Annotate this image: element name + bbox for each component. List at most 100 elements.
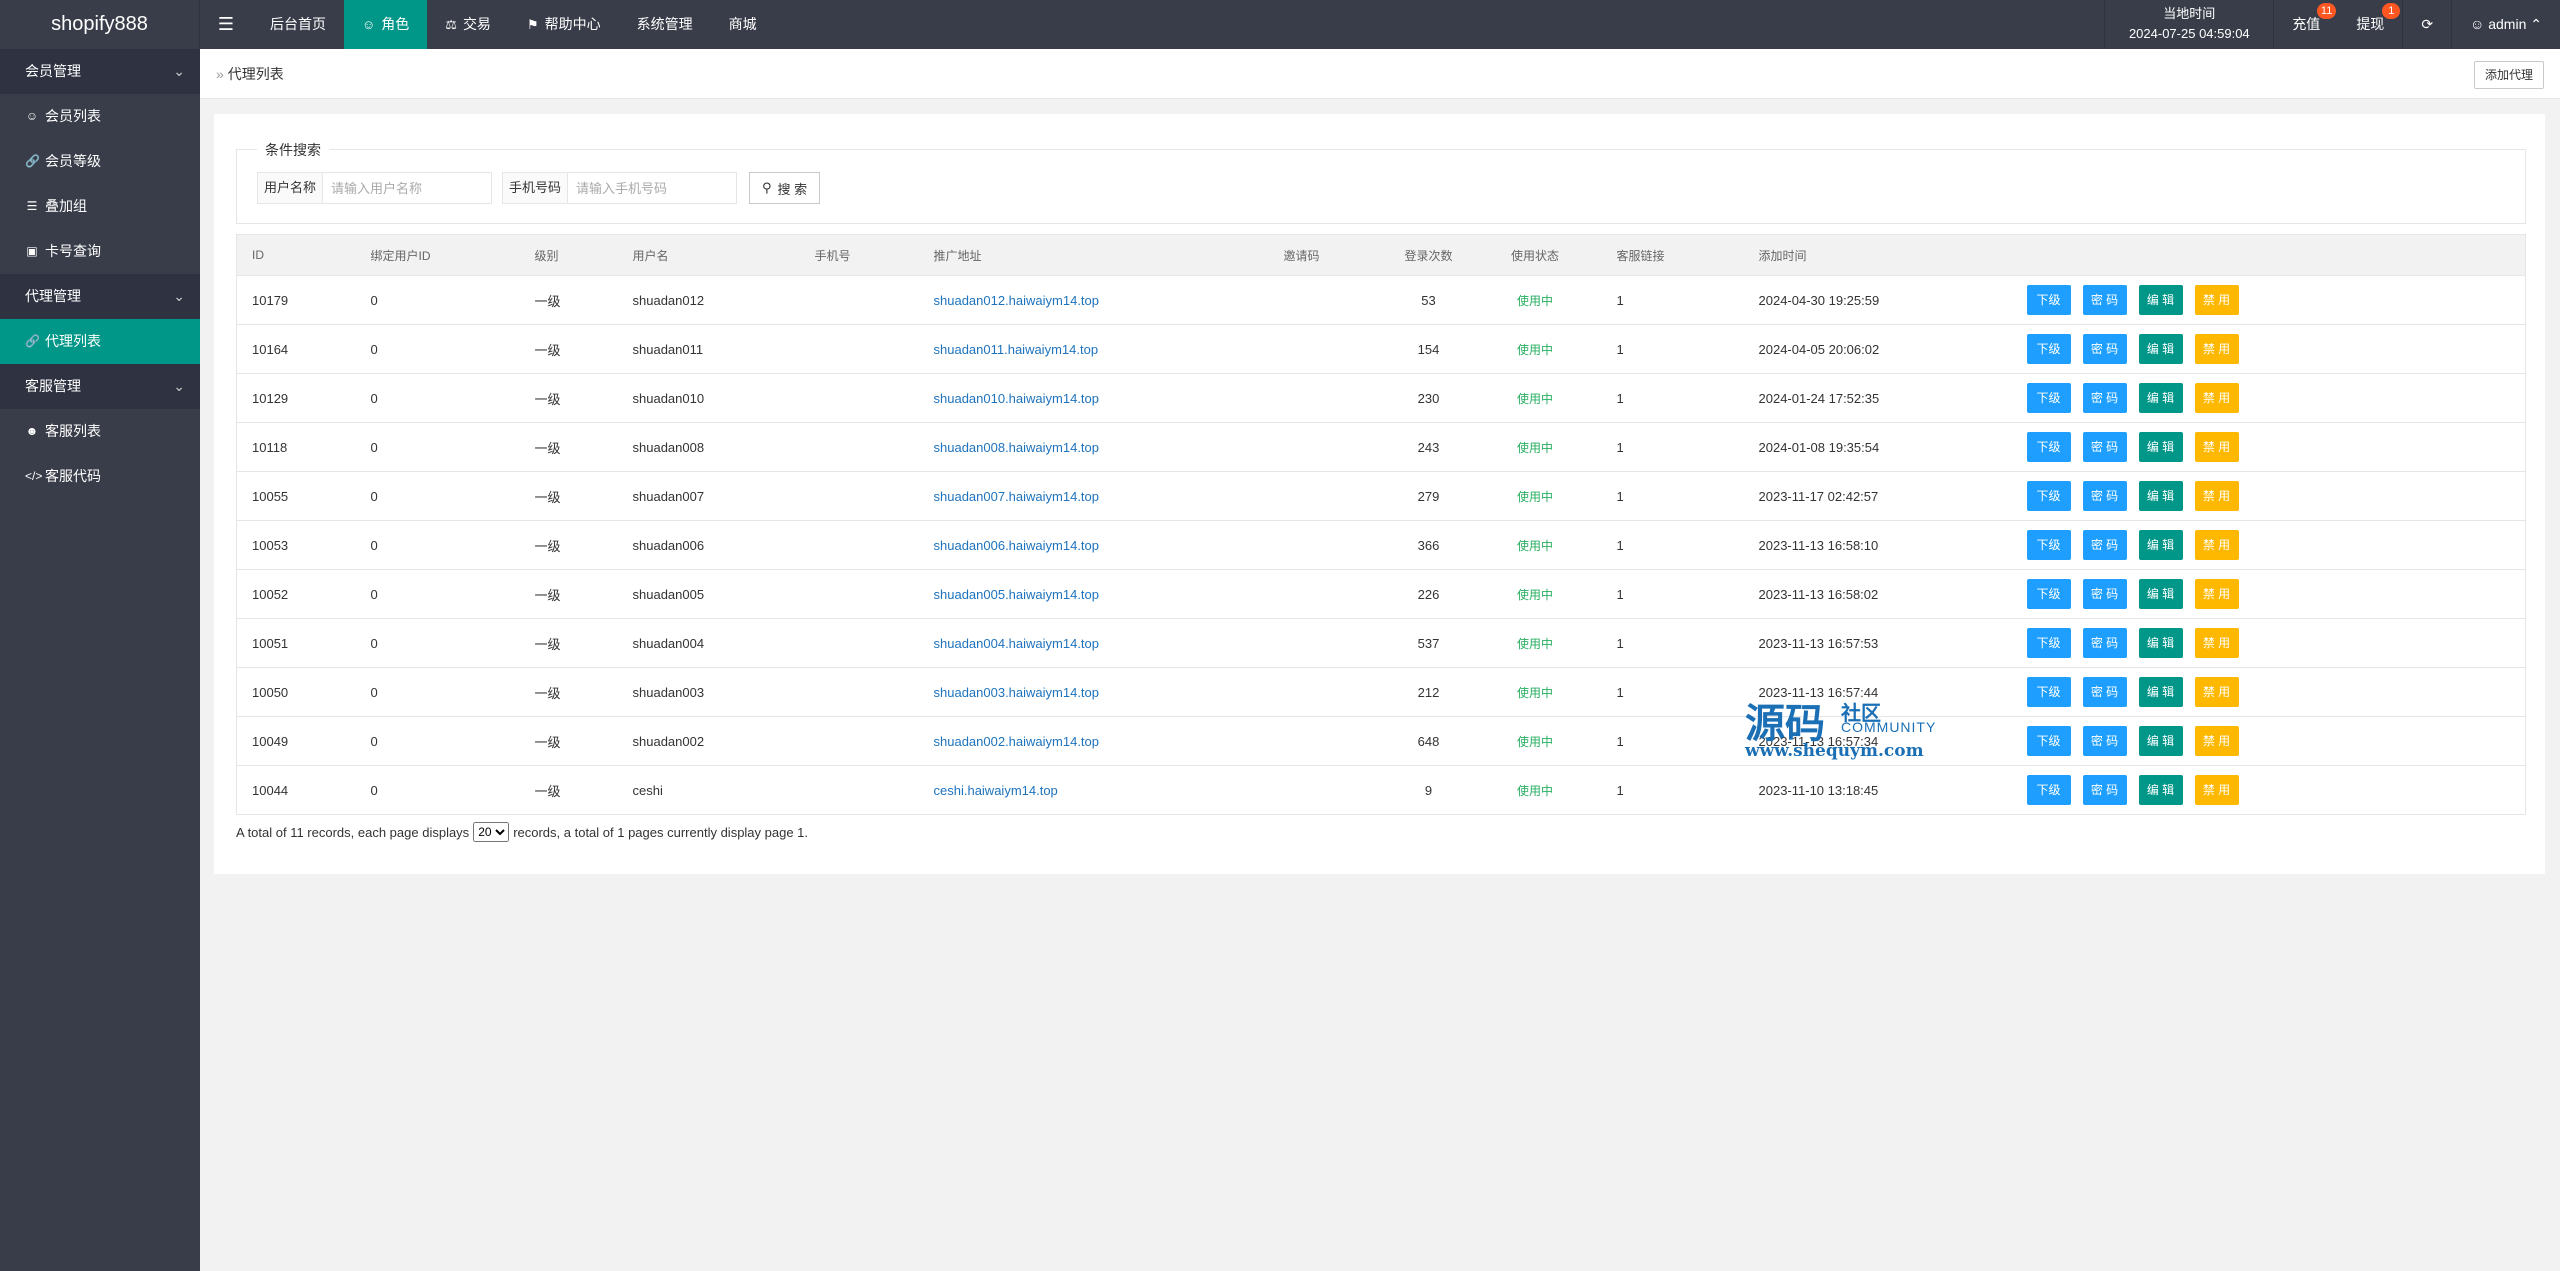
password-button[interactable]: 密 码	[2082, 726, 2127, 756]
code-icon: </>	[25, 469, 43, 483]
edit-button[interactable]: 编 辑	[2138, 628, 2183, 658]
sub-level-button[interactable]: 下级	[2026, 726, 2071, 756]
cell-promo-url: shuadan008.haiwaiym14.top	[918, 422, 1269, 472]
nav-item-help[interactable]: ⚑ 帮助中心	[509, 0, 619, 49]
edit-button[interactable]: 编 辑	[2138, 726, 2183, 756]
edit-button[interactable]: 编 辑	[2138, 677, 2183, 707]
sub-level-button[interactable]: 下级	[2026, 775, 2071, 805]
edit-button[interactable]: 编 辑	[2138, 432, 2183, 462]
cell-bind-user-id: 0	[355, 618, 520, 668]
promo-link[interactable]: shuadan002.haiwaiym14.top	[934, 734, 1100, 749]
sidebar-item-service-code[interactable]: </> 客服代码	[0, 454, 200, 499]
password-button[interactable]: 密 码	[2082, 530, 2127, 560]
password-button[interactable]: 密 码	[2082, 628, 2127, 658]
promo-link[interactable]: shuadan005.haiwaiym14.top	[934, 587, 1100, 602]
edit-button[interactable]: 编 辑	[2138, 285, 2183, 315]
refresh-icon[interactable]: ⟳	[2402, 0, 2451, 49]
sidebar-item-card-query[interactable]: ▣ 卡号查询	[0, 229, 200, 274]
sub-level-button[interactable]: 下级	[2026, 481, 2071, 511]
edit-button[interactable]: 编 辑	[2138, 579, 2183, 609]
sidebar-group-agents[interactable]: 代理管理 ⌄	[0, 274, 200, 319]
cell-id: 10053	[236, 520, 356, 570]
cell-text: shuadan003	[632, 684, 705, 700]
password-button[interactable]: 密 码	[2082, 775, 2127, 805]
nav-item-system[interactable]: 系统管理	[619, 0, 711, 49]
disable-button[interactable]: 禁 用	[2194, 432, 2239, 462]
edit-button[interactable]: 编 辑	[2138, 775, 2183, 805]
sidebar-item-agent-list[interactable]: 🔗 代理列表	[0, 319, 200, 364]
disable-button[interactable]: 禁 用	[2194, 285, 2239, 315]
sidebar-group-members[interactable]: 会员管理 ⌄	[0, 49, 200, 94]
promo-link[interactable]: shuadan008.haiwaiym14.top	[934, 440, 1100, 455]
password-button[interactable]: 密 码	[2082, 432, 2127, 462]
disable-button[interactable]: 禁 用	[2194, 579, 2239, 609]
edit-button[interactable]: 编 辑	[2138, 481, 2183, 511]
sub-level-button[interactable]: 下级	[2026, 383, 2071, 413]
search-button[interactable]: ⚲ 搜 索	[749, 172, 821, 204]
password-button[interactable]: 密 码	[2082, 285, 2127, 315]
breadcrumb: » 代理列表	[216, 49, 284, 99]
promo-link[interactable]: shuadan012.haiwaiym14.top	[934, 293, 1100, 308]
user-menu[interactable]: ☺ admin ⌃	[2451, 0, 2560, 49]
nav-item-trade[interactable]: ⚖ 交易	[427, 0, 509, 49]
promo-link[interactable]: shuadan010.haiwaiym14.top	[934, 391, 1100, 406]
sidebar-item-stack-group[interactable]: ☰ 叠加组	[0, 184, 200, 229]
cell-text: 2023-11-17 02:42:57	[1758, 488, 1879, 504]
cell-username: shuadan003	[617, 667, 800, 717]
password-button[interactable]: 密 码	[2082, 383, 2127, 413]
promo-link[interactable]: shuadan003.haiwaiym14.top	[934, 685, 1100, 700]
phone-input[interactable]	[567, 172, 737, 204]
nav-item-home[interactable]: 后台首页	[252, 0, 344, 49]
promo-link[interactable]: shuadan007.haiwaiym14.top	[934, 489, 1100, 504]
menu-toggle-icon[interactable]: ☰	[200, 0, 252, 49]
edit-button[interactable]: 编 辑	[2138, 530, 2183, 560]
page-size-select[interactable]: 20	[473, 822, 510, 842]
sidebar-item-member-list[interactable]: ☺ 会员列表	[0, 94, 200, 139]
row-actions: 下级密 码编 辑禁 用	[2026, 432, 2526, 462]
sidebar-item-service-list[interactable]: ☻ 客服列表	[0, 409, 200, 454]
recharge-button[interactable]: 充值 11	[2274, 0, 2338, 49]
sub-level-button[interactable]: 下级	[2026, 334, 2071, 364]
disable-button[interactable]: 禁 用	[2194, 628, 2239, 658]
cell-text: 0	[370, 586, 378, 602]
add-agent-button[interactable]: 添加代理	[2473, 61, 2544, 89]
withdraw-button[interactable]: 提现 1	[2338, 0, 2402, 49]
cell-id: 10129	[236, 373, 356, 423]
sub-level-button[interactable]: 下级	[2026, 530, 2071, 560]
cell-actions: 下级密 码编 辑禁 用	[2011, 422, 2526, 472]
promo-link[interactable]: shuadan011.haiwaiym14.top	[934, 342, 1099, 357]
promo-link[interactable]: shuadan006.haiwaiym14.top	[934, 538, 1100, 553]
sub-level-button[interactable]: 下级	[2026, 628, 2071, 658]
password-button[interactable]: 密 码	[2082, 677, 2127, 707]
cell-text: 0	[370, 390, 378, 406]
app-logo[interactable]: shopify888	[0, 0, 200, 49]
password-button[interactable]: 密 码	[2082, 481, 2127, 511]
sidebar-item-member-level[interactable]: 🔗 会员等级	[0, 139, 200, 184]
sub-level-button[interactable]: 下级	[2026, 677, 2071, 707]
nav-item-role[interactable]: ☺ 角色	[344, 0, 428, 49]
disable-button[interactable]: 禁 用	[2194, 775, 2239, 805]
username-input[interactable]	[322, 172, 492, 204]
disable-button[interactable]: 禁 用	[2194, 383, 2239, 413]
cell-text: 0	[370, 488, 378, 504]
disable-button[interactable]: 禁 用	[2194, 530, 2239, 560]
edit-button[interactable]: 编 辑	[2138, 334, 2183, 364]
sub-level-button[interactable]: 下级	[2026, 579, 2071, 609]
cell-login-count: 226	[1388, 569, 1469, 619]
promo-link[interactable]: shuadan004.haiwaiym14.top	[934, 636, 1100, 651]
password-button[interactable]: 密 码	[2082, 334, 2127, 364]
disable-button[interactable]: 禁 用	[2194, 334, 2239, 364]
status-badge: 使用中	[1516, 636, 1553, 651]
cell-text: 2024-04-05 20:06:02	[1758, 341, 1880, 357]
edit-button[interactable]: 编 辑	[2138, 383, 2183, 413]
disable-button[interactable]: 禁 用	[2194, 726, 2239, 756]
disable-button[interactable]: 禁 用	[2194, 677, 2239, 707]
password-button[interactable]: 密 码	[2082, 579, 2127, 609]
phone-group: 手机号码	[502, 172, 737, 204]
promo-link[interactable]: ceshi.haiwaiym14.top	[934, 783, 1058, 798]
sub-level-button[interactable]: 下级	[2026, 432, 2071, 462]
nav-item-shop[interactable]: 商城	[711, 0, 775, 49]
sidebar-group-service[interactable]: 客服管理 ⌄	[0, 364, 200, 409]
disable-button[interactable]: 禁 用	[2194, 481, 2239, 511]
sub-level-button[interactable]: 下级	[2026, 285, 2071, 315]
